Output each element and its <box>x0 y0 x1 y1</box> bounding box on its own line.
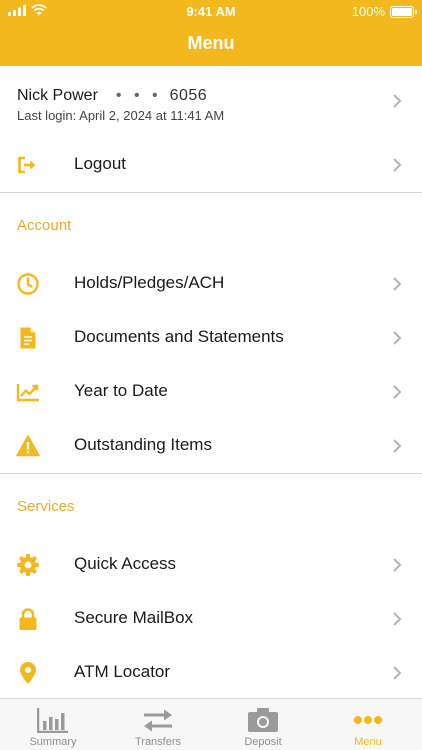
tab-bar: Summary Transfers Deposit Menu <box>0 698 422 750</box>
warning-icon <box>16 435 40 457</box>
transfer-arrows-icon <box>144 709 172 732</box>
divider <box>0 473 422 474</box>
chevron-right-icon <box>393 558 402 572</box>
camera-icon <box>248 708 278 732</box>
menu-item-quick-access[interactable]: Quick Access <box>0 538 422 592</box>
section-title-services: Services <box>17 498 75 515</box>
battery-percent: 100% <box>351 4 385 19</box>
tab-label: Deposit <box>244 736 282 748</box>
status-bar: 9:41 AM 100% <box>0 0 422 22</box>
account-suffix: 6056 <box>169 87 208 104</box>
menu-item-secure-mailbox[interactable]: Secure MailBox <box>0 592 422 646</box>
profile-name: Nick Power <box>17 87 98 104</box>
tab-summary[interactable]: Summary <box>0 699 106 750</box>
profile-row[interactable]: Nick Power • • • 6056 Last login: April … <box>0 66 422 136</box>
chevron-right-icon <box>393 666 402 680</box>
menu-item-holds[interactable]: Holds/Pledges/ACH <box>0 257 422 311</box>
app-header: 9:41 AM 100% Menu <box>0 0 422 66</box>
menu-item-outstanding[interactable]: Outstanding Items <box>0 419 422 473</box>
menu-item-label: Secure MailBox <box>74 608 194 627</box>
tab-label: Transfers <box>134 736 182 748</box>
menu-item-year-to-date[interactable]: Year to Date <box>0 365 422 419</box>
menu-list: Nick Power • • • 6056 Last login: April … <box>0 66 422 698</box>
logout-icon <box>18 156 36 174</box>
menu-item-label: Quick Access <box>74 554 177 573</box>
chevron-right-icon <box>393 94 402 108</box>
tab-label: Menu <box>354 736 382 748</box>
location-pin-icon <box>20 662 36 684</box>
logout-label: Logout <box>74 154 126 173</box>
clock-icon <box>17 273 39 295</box>
logout-row[interactable]: Logout <box>0 138 422 192</box>
tab-deposit[interactable]: Deposit <box>210 699 316 750</box>
chevron-right-icon <box>393 277 402 291</box>
divider <box>0 192 422 193</box>
page-title: Menu <box>187 33 235 53</box>
menu-item-label: Outstanding Items <box>74 435 212 454</box>
masked-dots: • • • <box>115 87 162 104</box>
tab-transfers[interactable]: Transfers <box>105 699 211 750</box>
menu-item-label: Year to Date <box>74 381 168 400</box>
menu-item-label: Documents and Statements <box>74 327 284 346</box>
section-title-account: Account <box>17 217 72 234</box>
more-dots-icon <box>354 716 382 724</box>
profile-name-line: Nick Power • • • 6056 <box>17 87 207 105</box>
menu-item-label: Holds/Pledges/ACH <box>74 273 225 292</box>
chevron-right-icon <box>393 158 402 172</box>
lock-icon <box>19 608 37 630</box>
document-icon <box>20 327 36 349</box>
menu-item-atm-locator[interactable]: ATM Locator <box>0 646 422 698</box>
battery-icon <box>390 5 417 18</box>
chevron-right-icon <box>393 331 402 345</box>
chevron-right-icon <box>393 439 402 453</box>
gear-icon <box>17 554 39 576</box>
bar-chart-icon <box>37 708 68 733</box>
tab-menu[interactable]: Menu <box>315 699 421 750</box>
menu-item-label: ATM Locator <box>74 662 171 681</box>
status-right: 100% <box>351 4 417 19</box>
tab-label: Summary <box>29 736 77 748</box>
chevron-right-icon <box>393 385 402 399</box>
menu-item-documents[interactable]: Documents and Statements <box>0 311 422 365</box>
chevron-right-icon <box>393 612 402 626</box>
last-login: Last login: April 2, 2024 at 11:41 AM <box>17 108 225 123</box>
trend-chart-icon <box>16 384 39 402</box>
